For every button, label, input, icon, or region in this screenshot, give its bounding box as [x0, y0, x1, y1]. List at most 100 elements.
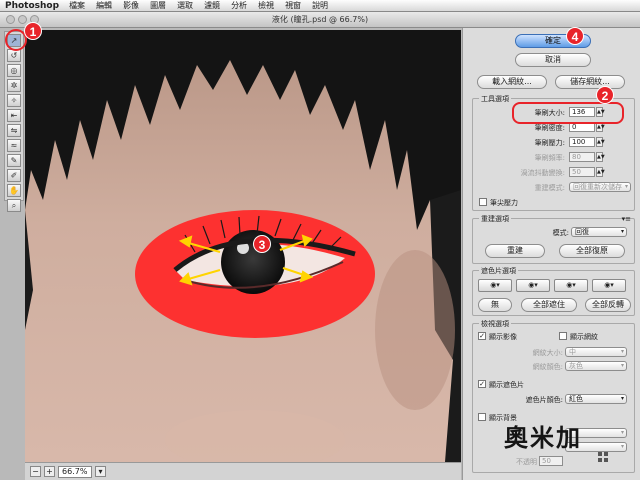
reconstruct-options-title: 重建選項	[479, 214, 511, 224]
mesh-color-select[interactable]: 灰色 ▾	[565, 361, 627, 371]
window-titlebar: 液化 (瞳孔.psd @ 66.7%)	[0, 12, 640, 28]
zoom-tool-icon[interactable]: ⌕	[7, 199, 21, 212]
brush-rate-stepper-icon[interactable]: ▲▼	[596, 152, 605, 162]
opacity-label: 不透明	[516, 458, 537, 466]
turbulence-tool-icon[interactable]: ≈	[7, 139, 21, 152]
status-bar: − + 66.7% ▾	[25, 462, 461, 480]
brush-rate-label: 筆刷頻率:	[534, 154, 565, 162]
opacity-input[interactable]: 50	[539, 456, 563, 466]
cancel-button[interactable]: 取消	[515, 53, 591, 67]
reconstruct-mode-select[interactable]: 回復重新次儲存 ▾	[569, 182, 631, 192]
tool-options-title: 工具選項	[479, 94, 511, 104]
image-canvas[interactable]	[25, 30, 461, 462]
chevron-down-icon: ▾	[620, 362, 624, 369]
annotation-brush-size-highlight	[512, 102, 624, 124]
chevron-down-icon: ▾	[620, 228, 624, 235]
annotation-badge-1: 1	[24, 22, 42, 40]
mesh-color-label: 網紋顏色:	[532, 363, 563, 371]
reconstruct-options-group: 重建選項 ▾≡ 模式: 回復 ▾ 重建 全部復原	[472, 214, 635, 264]
zoom-dropdown-icon[interactable]: ▾	[95, 466, 106, 477]
bloat-tool-icon[interactable]: ✧	[7, 94, 21, 107]
mesh-color-value: 灰色	[569, 362, 583, 370]
reconstruct-mode-value: 回復重新次儲存	[573, 183, 622, 191]
app-menu[interactable]: Photoshop	[5, 1, 59, 11]
brush-pressure-label: 筆刷壓力:	[534, 139, 565, 147]
turbulent-jitter-stepper-icon[interactable]: ▲▼	[596, 167, 605, 177]
show-mesh-label: 顯示網紋	[570, 333, 598, 341]
reconstruct-mode-value-2: 回復	[575, 228, 589, 236]
mask-color-select[interactable]: 紅色 ▾	[565, 394, 627, 404]
mesh-size-label: 網紋大小:	[532, 349, 563, 357]
annotation-badge-4: 4	[566, 27, 584, 45]
window-title: 液化 (瞳孔.psd @ 66.7%)	[271, 15, 369, 24]
menu-image[interactable]: 影像	[123, 0, 139, 11]
menu-select[interactable]: 選取	[177, 0, 193, 11]
save-mesh-button[interactable]: 儲存網紋...	[555, 75, 625, 89]
mask-all-button[interactable]: 全部遮住	[521, 298, 577, 312]
close-window-button[interactable]	[6, 15, 15, 24]
freeze-mask-tool-icon[interactable]: ✎	[7, 154, 21, 167]
show-backdrop-checkbox[interactable]	[478, 413, 486, 421]
menu-edit[interactable]: 編輯	[96, 0, 112, 11]
menubar: Photoshop 檔案 編輯 影像 圖層 選取 濾鏡 分析 檢視 視窗 說明	[0, 0, 640, 12]
brush-pressure-stepper-icon[interactable]: ▲▼	[596, 137, 605, 147]
mask-options-title: 遮色片選項	[479, 266, 518, 276]
liquify-window: Photoshop 檔案 編輯 影像 圖層 選取 濾鏡 分析 檢視 視窗 說明 …	[0, 0, 640, 480]
liquify-toolbar: ↗ ↺ ◎ ✲ ✧ ⇤ ⇋ ≈ ✎ ✐ ✋ ⌕	[4, 31, 24, 212]
view-options-title: 檢視選項	[479, 319, 511, 329]
reconstruct-mode-label: 重建模式:	[534, 184, 565, 192]
mesh-size-select[interactable]: 中 ▾	[565, 347, 627, 357]
mesh-size-value: 中	[569, 348, 576, 356]
mask-none-button[interactable]: 無	[478, 298, 512, 312]
turbulent-jitter-label: 渦流抖動變換:	[520, 169, 565, 177]
stylus-pressure-checkbox[interactable]	[479, 198, 487, 206]
show-image-label: 顯示影像	[489, 333, 517, 341]
zoom-in-button[interactable]: +	[44, 466, 55, 477]
annotation-badge-3: 3	[253, 235, 271, 253]
face-image	[25, 30, 461, 462]
mirror-tool-icon[interactable]: ⇋	[7, 124, 21, 137]
load-mesh-button[interactable]: 載入網紋...	[477, 75, 547, 89]
brush-pressure-input[interactable]: 100	[569, 137, 595, 147]
show-mask-label: 顯示遮色片	[489, 381, 524, 389]
mask-intersect-icon[interactable]: ◉▾	[592, 279, 626, 292]
restore-all-button[interactable]: 全部復原	[559, 244, 625, 258]
menu-view[interactable]: 檢視	[258, 0, 274, 11]
mask-options-group: 遮色片選項 ◉▾ ◉▾ ◉▾ ◉▾ 無 全部遮住 全部反轉	[472, 266, 635, 316]
minimize-window-button[interactable]	[18, 15, 27, 24]
invert-all-button[interactable]: 全部反轉	[585, 298, 631, 312]
panel-menu-icon[interactable]: ▾≡	[622, 215, 631, 223]
menu-file[interactable]: 檔案	[69, 0, 85, 11]
stylus-pressure-label: 筆尖壓力	[490, 199, 518, 207]
reconstruct-button[interactable]: 重建	[485, 244, 545, 258]
zoom-out-button[interactable]: −	[30, 466, 41, 477]
twirl-tool-icon[interactable]: ◎	[7, 64, 21, 77]
turbulent-jitter-input[interactable]: 50	[569, 167, 595, 177]
brush-rate-input[interactable]: 80	[569, 152, 595, 162]
thaw-mask-tool-icon[interactable]: ✐	[7, 169, 21, 182]
menu-help[interactable]: 說明	[312, 0, 328, 11]
show-mesh-checkbox[interactable]	[559, 332, 567, 340]
hand-tool-icon[interactable]: ✋	[7, 184, 21, 197]
show-image-checkbox[interactable]: ✓	[478, 332, 486, 340]
push-left-tool-icon[interactable]: ⇤	[7, 109, 21, 122]
chevron-down-icon: ▾	[620, 395, 624, 402]
menu-window[interactable]: 視窗	[285, 0, 301, 11]
mask-color-label: 遮色片顏色:	[525, 396, 563, 404]
watermark-logo: 奧米加	[504, 424, 582, 452]
pucker-tool-icon[interactable]: ✲	[7, 79, 21, 92]
mask-replace-icon[interactable]: ◉▾	[478, 279, 512, 292]
menu-filter[interactable]: 濾鏡	[204, 0, 220, 11]
show-mask-checkbox[interactable]: ✓	[478, 380, 486, 388]
chevron-down-icon: ▾	[620, 443, 624, 450]
menu-analysis[interactable]: 分析	[231, 0, 247, 11]
reconstruct-mode-label-2: 模式:	[552, 229, 569, 237]
mask-color-value: 紅色	[569, 395, 583, 403]
brush-density-label: 筆刷密度:	[534, 124, 565, 132]
mask-subtract-icon[interactable]: ◉▾	[554, 279, 588, 292]
zoom-level-field[interactable]: 66.7%	[58, 465, 92, 478]
mask-add-icon[interactable]: ◉▾	[516, 279, 550, 292]
reconstruct-mode-select-2[interactable]: 回復 ▾	[571, 227, 627, 237]
chevron-down-icon: ▾	[620, 348, 624, 355]
menu-layer[interactable]: 圖層	[150, 0, 166, 11]
